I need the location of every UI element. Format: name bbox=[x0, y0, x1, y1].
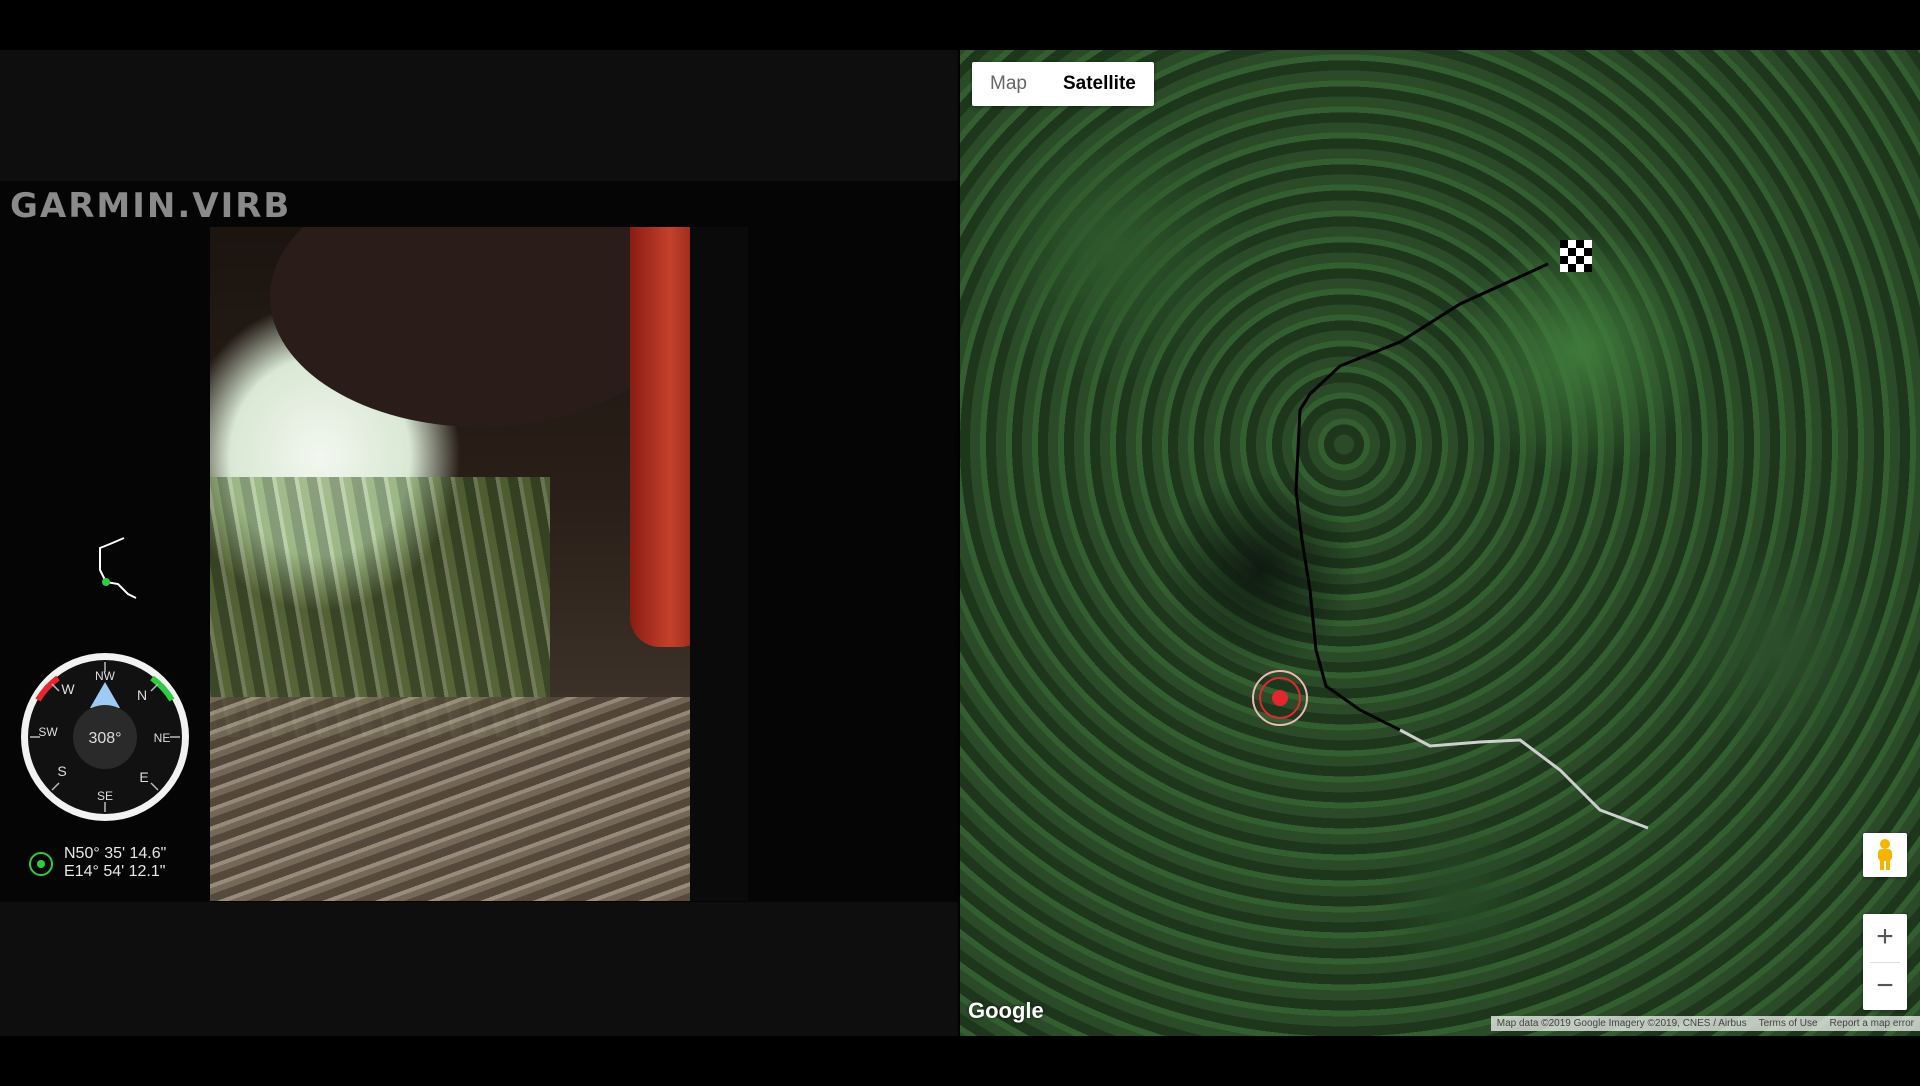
compass-label-s: S bbox=[57, 763, 66, 779]
longitude: E14° 54' 12.1" bbox=[64, 863, 166, 880]
compass-heading: 308° bbox=[88, 730, 121, 747]
zoom-control: + − bbox=[1863, 914, 1907, 1010]
video-top-bar bbox=[0, 50, 958, 181]
track-traveled bbox=[1294, 262, 1549, 732]
satellite-map[interactable]: Map Satellite + − Google Map data ©2019 … bbox=[960, 50, 1920, 1036]
compass-label-se: SE bbox=[97, 789, 113, 803]
mini-track-map bbox=[99, 537, 137, 599]
route-track bbox=[1294, 262, 1649, 830]
compass-label-e: E bbox=[139, 769, 148, 785]
compass-label-nw: NW bbox=[95, 669, 116, 683]
frame-dark-edge bbox=[690, 227, 748, 901]
video-panel: GARMIN.VIRB NW W SW S SE E NE N 308° N50… bbox=[0, 50, 958, 1036]
track-ahead bbox=[1399, 728, 1649, 830]
pegman-icon bbox=[1878, 839, 1892, 870]
gps-location-icon bbox=[29, 852, 53, 876]
gps-coordinates: N50° 35' 14.6" E14° 54' 12.1" bbox=[28, 845, 208, 885]
map-data-credit: Map data ©2019 Google Imagery ©2019, CNE… bbox=[1496, 1018, 1747, 1029]
finish-flag-icon bbox=[1560, 240, 1592, 272]
compass-label-n: N bbox=[137, 687, 147, 703]
frame-helmet bbox=[270, 227, 690, 427]
terms-of-use-link[interactable]: Terms of Use bbox=[1759, 1018, 1818, 1029]
compass-label-sw: SW bbox=[38, 725, 58, 739]
mini-track-position-dot bbox=[102, 578, 110, 586]
frame-ground bbox=[210, 697, 748, 901]
map-attribution: Map data ©2019 Google Imagery ©2019, CNE… bbox=[1490, 1016, 1920, 1031]
video-frame[interactable] bbox=[210, 227, 748, 901]
compass-label-ne: NE bbox=[154, 731, 171, 745]
report-map-error-link[interactable]: Report a map error bbox=[1830, 1018, 1914, 1029]
latitude: N50° 35' 14.6" bbox=[64, 845, 167, 862]
street-view-pegman-button[interactable] bbox=[1863, 833, 1907, 877]
coordinates-text: N50° 35' 14.6" E14° 54' 12.1" bbox=[64, 845, 166, 881]
mini-track-path bbox=[99, 537, 137, 599]
compass-gauge: NW W SW S SE E NE N 308° bbox=[21, 653, 189, 821]
zoom-out-button[interactable]: − bbox=[1863, 963, 1907, 1011]
compass-label-w: W bbox=[61, 681, 75, 697]
google-logo: Google bbox=[968, 998, 1044, 1023]
garmin-virb-logo: GARMIN.VIRB bbox=[10, 186, 292, 226]
zoom-in-button[interactable]: + bbox=[1863, 914, 1907, 962]
video-bottom-bar bbox=[0, 902, 958, 1036]
current-position-marker bbox=[1252, 670, 1308, 726]
